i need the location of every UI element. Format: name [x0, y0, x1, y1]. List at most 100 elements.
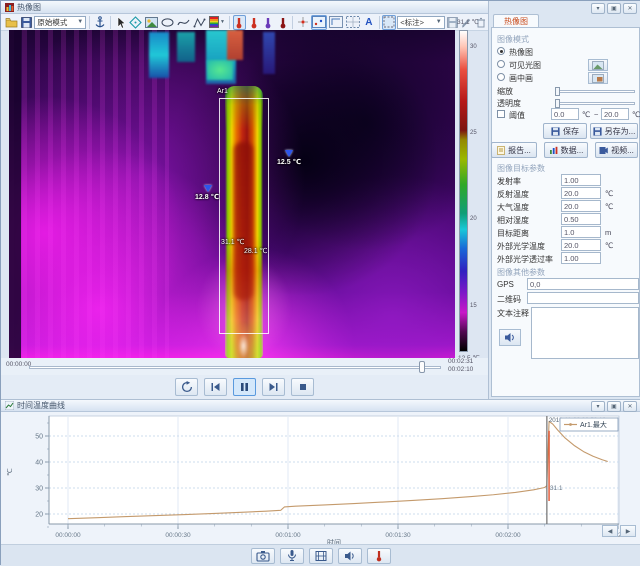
distance-field[interactable]: 1.0 — [561, 226, 601, 238]
speaker-button[interactable] — [338, 547, 362, 564]
microphone-button[interactable] — [280, 547, 304, 564]
select-annotation-icon[interactable] — [382, 14, 397, 30]
optics-transmission-field[interactable]: 1.00 — [561, 252, 601, 264]
bottom-toolbar — [1, 544, 640, 566]
thermometer-high-icon[interactable] — [247, 15, 260, 30]
warm-object — [227, 30, 243, 60]
colorbar-tick: 15 — [470, 303, 477, 309]
svg-text:Ar1.最大: Ar1.最大 — [580, 420, 607, 429]
app-window: 热像图 原始模式 ▼ ▼ A <标注> ▼ Ar1 12.5 ℃ 12.8 ℃ … — [0, 0, 640, 566]
cursor-tool-icon[interactable] — [114, 15, 127, 30]
chart-close-button[interactable]: ✕ — [623, 401, 637, 412]
threshold-checkbox[interactable] — [497, 110, 505, 118]
rect-area-tool-icon[interactable] — [144, 15, 159, 30]
colorbar-tick: 20 — [470, 216, 477, 222]
threshold-high-field[interactable]: 20.0 — [601, 108, 629, 120]
pause-button[interactable] — [233, 378, 256, 396]
timeline-track[interactable] — [29, 366, 441, 369]
polygon-tool-icon[interactable] — [192, 15, 207, 30]
replay-button[interactable] — [175, 378, 198, 396]
thermometer-button[interactable] — [367, 547, 391, 564]
svg-text:00:00:00: 00:00:00 — [55, 532, 81, 539]
video-button[interactable]: 视频... — [595, 142, 638, 158]
thermometer-boxed-icon[interactable] — [232, 14, 247, 30]
frame-grid-icon[interactable] — [345, 15, 361, 30]
left-panel-title: 热像图 — [17, 2, 41, 12]
chart-pin-button[interactable]: ▣ — [607, 401, 621, 412]
marker-temp-label: 12.8 ℃ — [195, 194, 220, 201]
film-icon — [315, 550, 327, 561]
frame-corner-icon[interactable] — [328, 15, 344, 30]
film-button[interactable] — [309, 547, 333, 564]
toolbar-separator — [378, 15, 380, 29]
palette-dropdown-icon[interactable]: ▼ — [208, 15, 226, 30]
save-button[interactable]: 保存 — [543, 123, 587, 139]
chart-menu-button[interactable]: ▾ — [591, 401, 605, 412]
radio-visible[interactable] — [497, 60, 505, 68]
ellipse-tool-icon[interactable] — [160, 15, 175, 30]
text-note-area[interactable] — [531, 307, 639, 359]
svg-text:℃: ℃ — [7, 468, 14, 476]
spline-tool-icon[interactable] — [176, 15, 191, 30]
save-file-icon[interactable] — [20, 15, 33, 30]
thermometer-low-icon[interactable] — [262, 15, 275, 30]
thermal-image-canvas[interactable]: Ar1 12.5 ℃ 12.8 ℃ 31.1 ℃ 28.1 ℃ — [9, 30, 455, 358]
svg-text:40: 40 — [35, 460, 43, 467]
pip-image-button[interactable] — [588, 72, 608, 84]
radio-thermal-label: 热像图 — [509, 48, 533, 57]
group-other-params: 图像其他参数 — [497, 268, 545, 277]
zoom-slider[interactable] — [555, 87, 635, 96]
panel-close-button[interactable]: ✕ — [623, 3, 637, 14]
measure-area-label: Ar1 — [217, 88, 228, 95]
display-mode-dropdown[interactable]: 原始模式 ▼ — [34, 15, 87, 29]
anchor-icon[interactable] — [93, 15, 107, 30]
annotation-dropdown[interactable]: <标注> ▼ — [397, 15, 445, 29]
camera-button[interactable] — [251, 547, 275, 564]
reflected-temp-field[interactable]: 20.0 — [561, 187, 601, 199]
cursor-marker-icon[interactable] — [285, 150, 293, 157]
zoom-slider-thumb[interactable] — [555, 87, 560, 96]
thermometer-avg-icon[interactable] — [276, 15, 289, 30]
colorbar-max-label: 31.1 ℃ — [457, 19, 479, 26]
radio-pip[interactable] — [497, 73, 505, 81]
data-button[interactable]: 数据... — [544, 142, 588, 158]
emissivity-field[interactable]: 1.00 — [561, 174, 601, 186]
stop-button[interactable] — [291, 378, 314, 396]
frame-markers-icon[interactable] — [311, 14, 328, 30]
radio-thermal[interactable] — [497, 47, 505, 55]
speaker-icon — [345, 551, 354, 560]
thermal-panel-icon — [5, 2, 14, 12]
audio-note-button[interactable] — [499, 329, 521, 346]
save-as-button[interactable]: 另存为... — [590, 123, 638, 139]
panel-pin-button[interactable]: ▣ — [607, 3, 621, 14]
measure-area-rect[interactable] — [219, 98, 269, 334]
qrcode-field[interactable] — [527, 292, 639, 304]
tilde-label: ~ — [594, 110, 599, 119]
tab-thermal-image[interactable]: 热像图 — [493, 14, 539, 28]
chart-scroll-right-button[interactable]: ▶ — [620, 525, 636, 537]
visible-image-button[interactable] — [588, 59, 608, 71]
chart-scroll-left-button[interactable]: ◀ — [602, 525, 618, 537]
prev-frame-button[interactable] — [204, 378, 227, 396]
humidity-field[interactable]: 0.50 — [561, 213, 601, 225]
spot-second-label: 28.1 ℃ — [244, 248, 268, 255]
open-file-icon[interactable] — [4, 15, 19, 30]
temperature-chart[interactable]: 20 30 40 50 00:00:00 00:00:30 00:01:00 00:01:30… — [1, 412, 640, 545]
panel-menu-button[interactable]: ▾ — [591, 3, 605, 14]
optics-temp-field[interactable]: 20.0 — [561, 239, 601, 251]
next-frame-button[interactable] — [262, 378, 285, 396]
atmosphere-temp-field[interactable]: 20.0 — [561, 200, 601, 212]
text-tool-icon[interactable]: A — [362, 15, 375, 30]
opacity-slider-thumb[interactable] — [555, 99, 560, 108]
spot-tool-icon[interactable] — [128, 15, 143, 30]
colorbar-column: 31.1 ℃ 30 25 20 15 12.5 ℃ — [457, 18, 488, 364]
spot-meter-icon[interactable] — [296, 15, 310, 30]
opacity-slider[interactable] — [555, 99, 635, 108]
colorbar[interactable] — [459, 30, 468, 352]
svg-text:31.1: 31.1 — [550, 485, 563, 492]
gps-field[interactable]: 0,0 — [527, 278, 639, 290]
threshold-low-field[interactable]: 0.0 — [551, 108, 579, 120]
timeline-handle[interactable] — [419, 361, 425, 373]
cursor-marker-icon[interactable] — [204, 185, 212, 192]
report-button[interactable]: 报告... — [491, 142, 537, 158]
